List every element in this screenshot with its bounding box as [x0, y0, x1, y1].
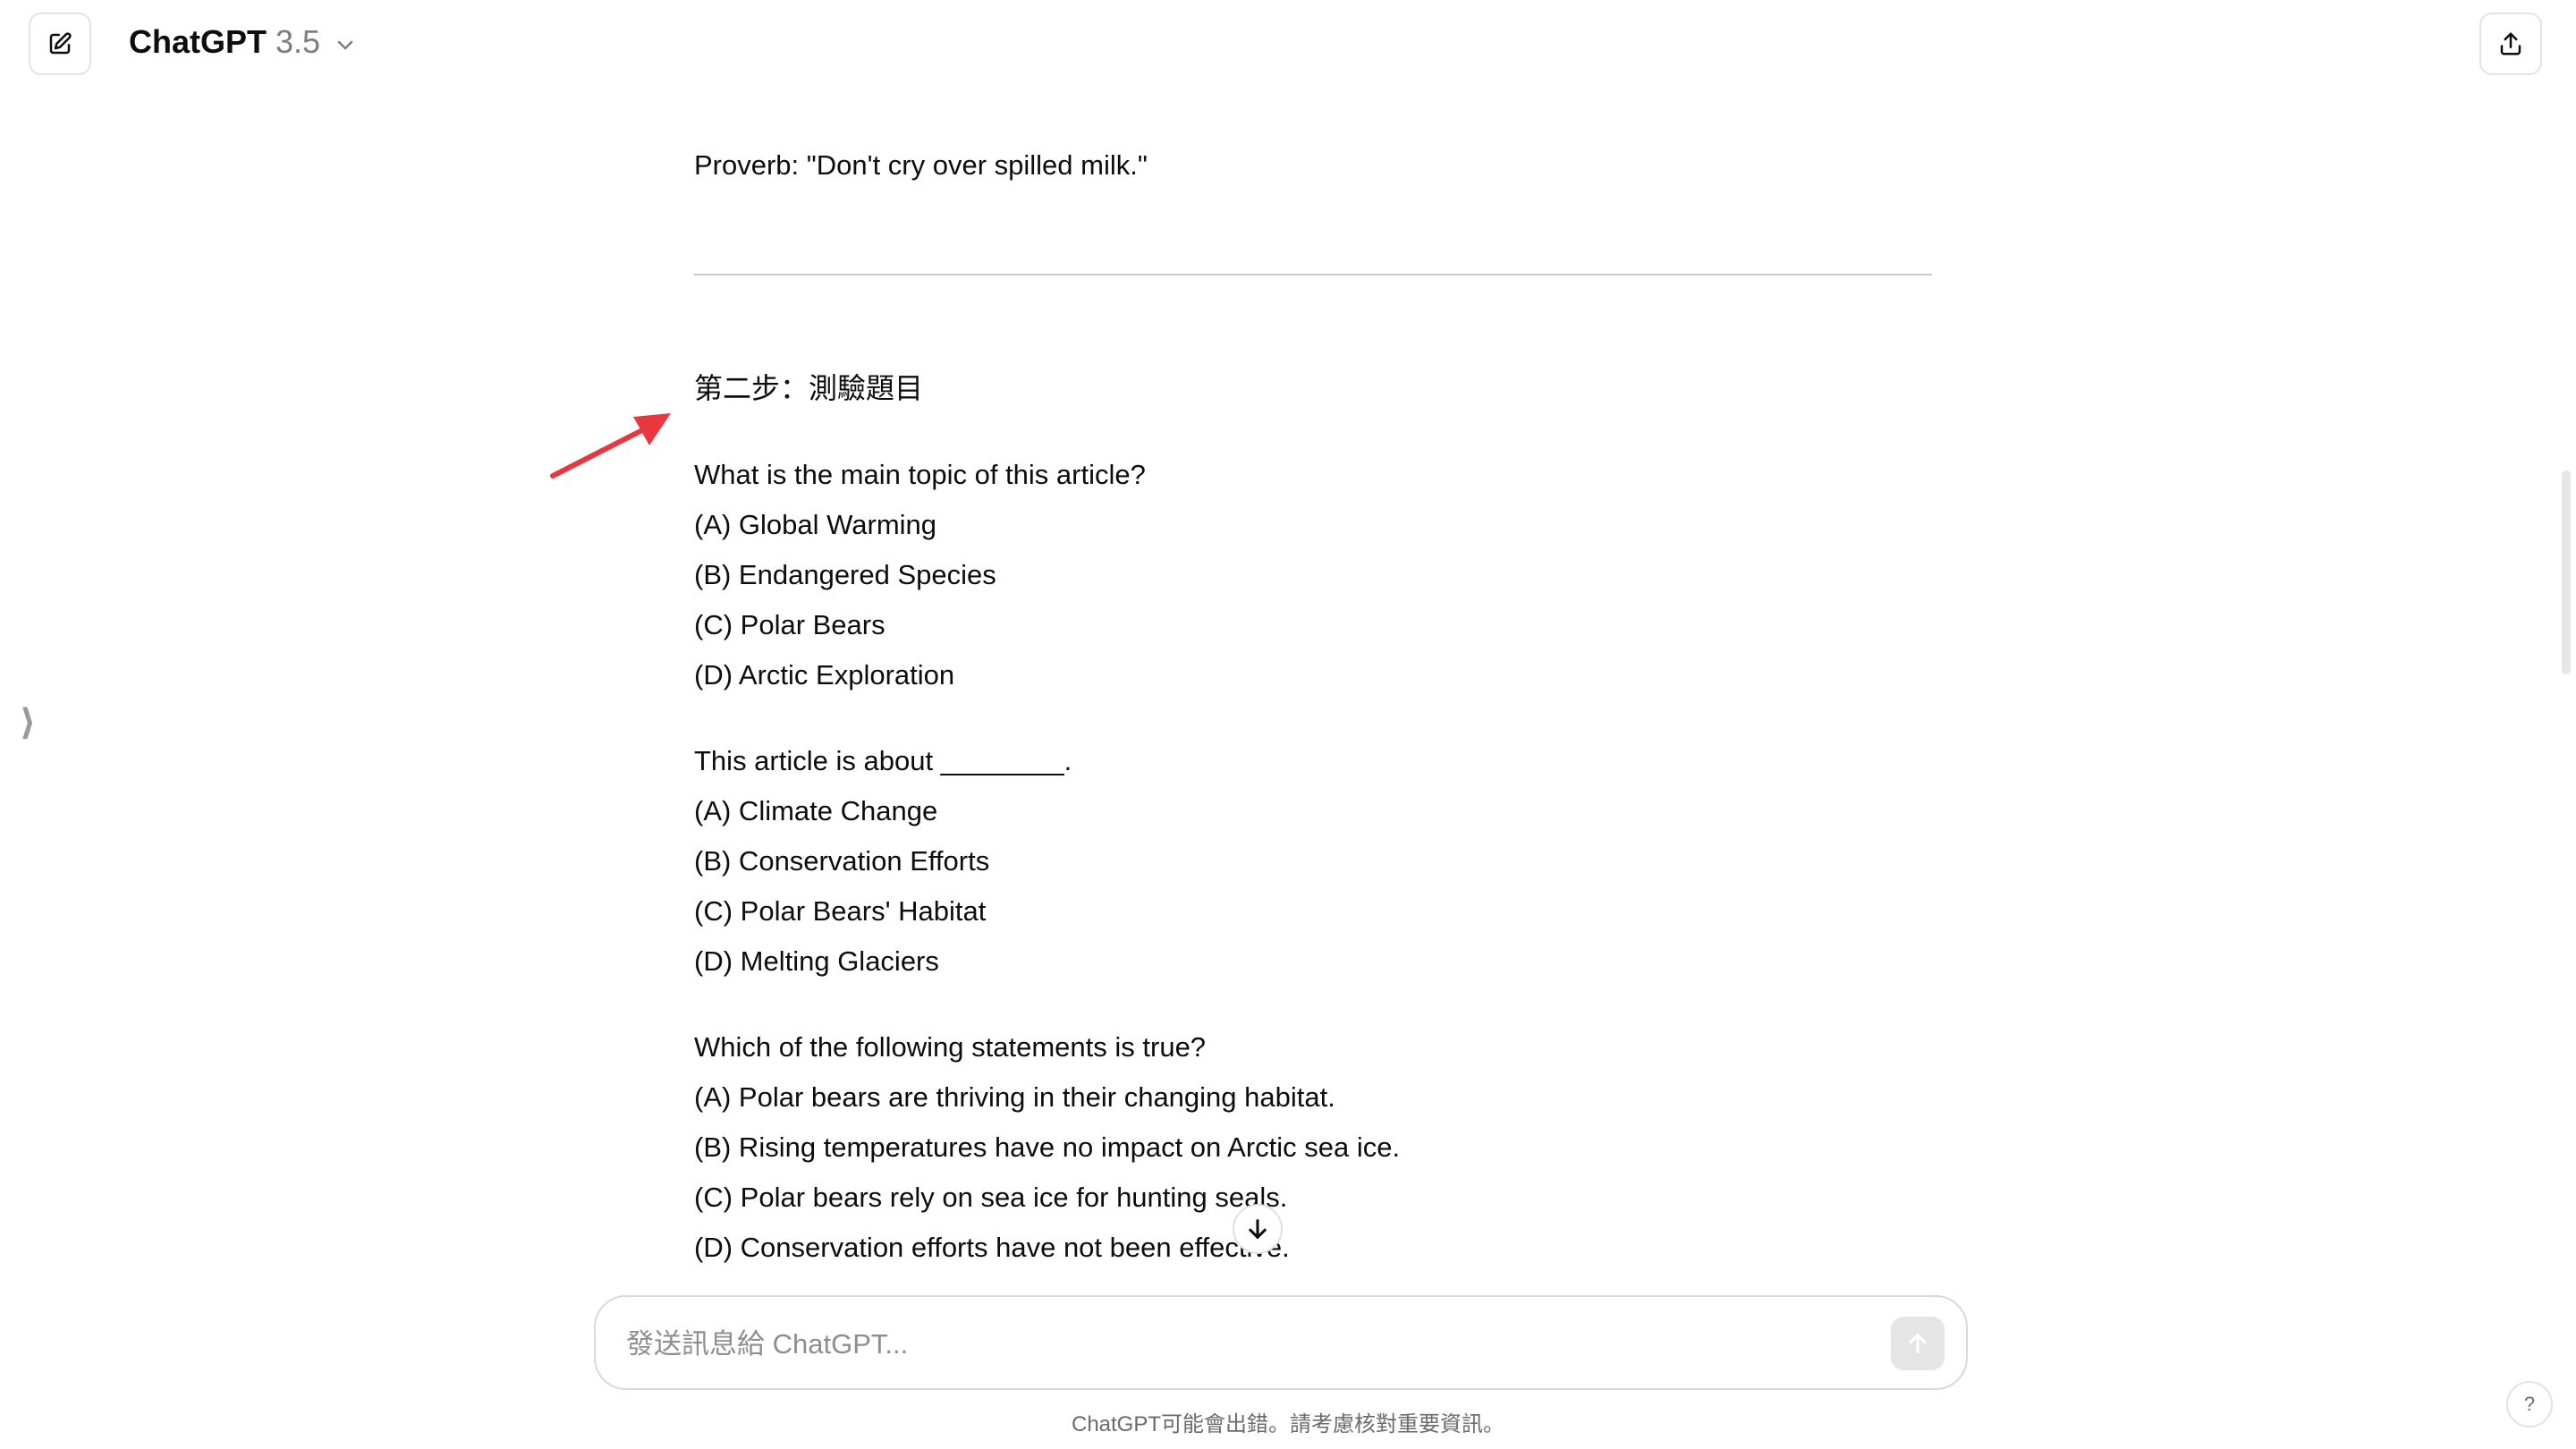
send-button[interactable]	[1891, 1317, 1945, 1370]
message-composer	[594, 1295, 1968, 1390]
answer-option: (D) Conservation efforts have not been e…	[694, 1232, 1290, 1263]
answer-option: (D) Arctic Exploration	[694, 659, 955, 691]
proverb-text: Proverb: "Don't cry over spilled milk."	[694, 149, 1148, 181]
new-chat-button[interactable]	[29, 13, 91, 75]
question-prompt: What is the main topic of this article?	[694, 459, 1146, 490]
sidebar-toggle-button[interactable]: ⟩	[20, 705, 36, 741]
answer-option: (C) Polar bears rely on sea ice for hunt…	[694, 1182, 1288, 1213]
step-heading: 第二步：測驗題目	[694, 372, 924, 404]
annotation-arrow-icon	[550, 413, 671, 479]
answer-option: (B) Endangered Species	[694, 559, 996, 590]
arrow-up-icon	[1909, 1334, 1927, 1353]
chevron-down-icon	[337, 40, 353, 50]
answer-option: (A) Polar bears are thriving in their ch…	[694, 1081, 1335, 1113]
scrollbar-thumb[interactable]	[2562, 470, 2571, 674]
scroll-to-bottom-button[interactable]	[1233, 1204, 1283, 1254]
answer-option: (A) Global Warming	[694, 509, 937, 540]
answer-option: (B) Rising temperatures have no impact o…	[694, 1131, 1401, 1163]
arrow-down-icon	[1249, 1219, 1267, 1239]
answer-option: (A) Climate Change	[694, 795, 938, 826]
answer-option: (C) Polar Bears' Habitat	[694, 895, 987, 927]
model-version: 3.5	[275, 23, 321, 60]
model-name: ChatGPT	[129, 23, 267, 60]
share-upload-icon	[2500, 32, 2521, 55]
answer-option: (D) Melting Glaciers	[694, 945, 939, 977]
question-prompt: This article is about ________.	[694, 745, 1072, 776]
model-selector[interactable]: ChatGPT 3.5	[129, 23, 354, 61]
share-button[interactable]	[2479, 13, 2542, 75]
edit-pencil-icon	[49, 32, 72, 55]
answer-option: (B) Conservation Efforts	[694, 845, 990, 877]
chatgpt-window: ChatGPT 3.5 ⟩ Proverb: "Don't cry over s…	[0, 0, 2576, 1449]
horizontal-divider	[694, 274, 1932, 275]
question-prompt: Which of the following statements is tru…	[694, 1031, 1207, 1063]
disclaimer-text: ChatGPT可能會出錯。請考慮核對重要資訊。	[1071, 1412, 1505, 1436]
help-button[interactable]: ?	[2506, 1381, 2553, 1428]
message-input[interactable]	[624, 1320, 1862, 1368]
answer-option: (C) Polar Bears	[694, 609, 886, 640]
